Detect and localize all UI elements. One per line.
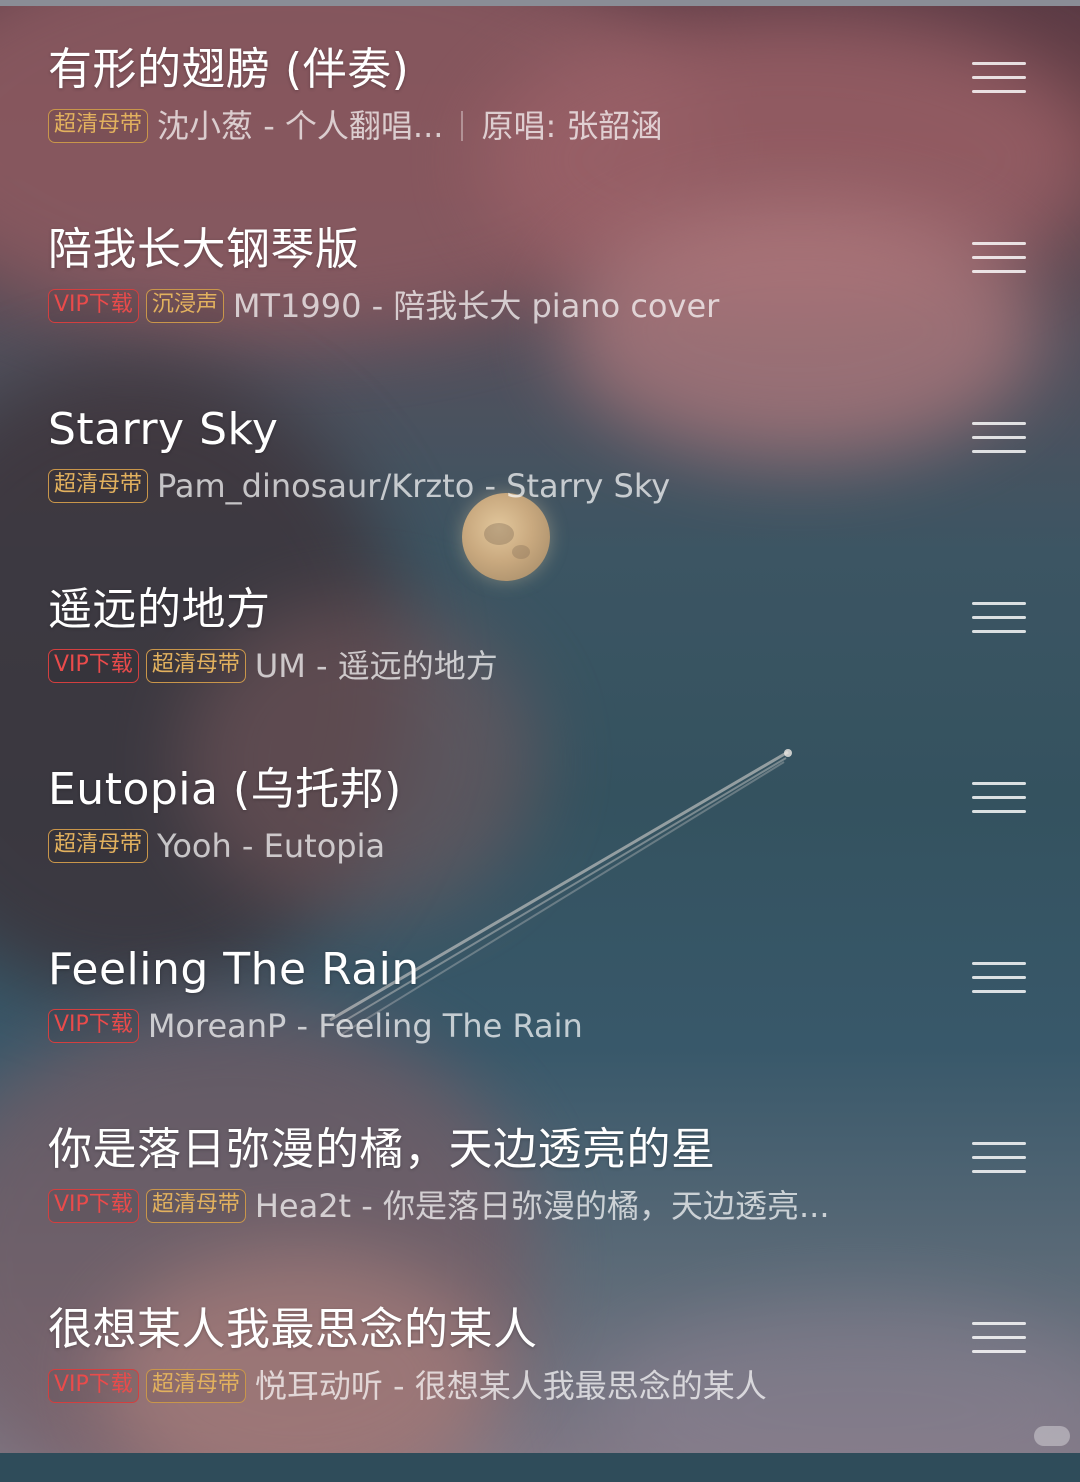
immersive-sound-tag: 沉浸声 bbox=[145, 289, 224, 323]
song-title: 有形的翅膀 (伴奏) bbox=[48, 44, 410, 95]
song-item[interactable]: 陪我长大钢琴版 VIP下载 沉浸声 MT1990 - 陪我长大 piano co… bbox=[0, 222, 1080, 402]
artist-line: Hea2t - 你是落日弥漫的橘，天边透亮... bbox=[254, 1187, 830, 1225]
drag-handle-icon[interactable] bbox=[970, 236, 1028, 276]
artist-line: 沈小葱 - 个人翻唱... bbox=[157, 107, 444, 145]
song-meta: VIP下载 超清母带 Hea2t - 你是落日弥漫的橘，天边透亮... bbox=[48, 1184, 830, 1228]
drag-handle-icon[interactable] bbox=[970, 1316, 1028, 1356]
song-title: 遥远的地方 bbox=[48, 584, 271, 635]
song-item[interactable]: 很想某人我最思念的某人 VIP下载 超清母带 悦耳动听 - 很想某人我最思念的某… bbox=[0, 1302, 1080, 1482]
song-title: Feeling The Rain bbox=[48, 944, 420, 995]
master-quality-tag: 超清母带 bbox=[48, 829, 149, 863]
song-meta: VIP下载 超清母带 悦耳动听 - 很想某人我最思念的某人 bbox=[48, 1364, 767, 1408]
song-meta: VIP下载 MoreanP - Feeling The Rain bbox=[48, 1004, 583, 1048]
original-singer: 原唱: 张韶涵 bbox=[481, 107, 663, 145]
master-quality-tag: 超清母带 bbox=[145, 1369, 246, 1403]
vip-download-tag: VIP下载 bbox=[48, 1009, 139, 1043]
song-title: 陪我长大钢琴版 bbox=[48, 224, 360, 275]
drag-handle-icon[interactable] bbox=[970, 776, 1028, 816]
song-meta: VIP下载 超清母带 UM - 遥远的地方 bbox=[48, 644, 498, 688]
vip-download-tag: VIP下载 bbox=[48, 649, 139, 683]
artist-line: UM - 遥远的地方 bbox=[254, 647, 498, 685]
watermark-badge bbox=[1034, 1426, 1070, 1446]
divider bbox=[461, 111, 464, 141]
master-quality-tag: 超清母带 bbox=[145, 649, 246, 683]
vip-download-tag: VIP下载 bbox=[48, 1189, 139, 1223]
artist-line: 悦耳动听 - 很想某人我最思念的某人 bbox=[254, 1367, 767, 1405]
master-quality-tag: 超清母带 bbox=[48, 109, 149, 143]
song-item[interactable]: Feeling The Rain VIP下载 MoreanP - Feeling… bbox=[0, 942, 1080, 1122]
drag-handle-icon[interactable] bbox=[970, 596, 1028, 636]
song-title: Eutopia (乌托邦) bbox=[48, 764, 402, 815]
vip-download-tag: VIP下载 bbox=[48, 1369, 139, 1403]
song-meta: 超清母带 Pam_dinosaur/Krzto - Starry Sky bbox=[48, 464, 670, 508]
song-item[interactable]: 有形的翅膀 (伴奏) 超清母带 沈小葱 - 个人翻唱... 原唱: 张韶涵 bbox=[0, 42, 1080, 222]
artist-line: Yooh - Eutopia bbox=[157, 827, 386, 865]
drag-handle-icon[interactable] bbox=[970, 56, 1028, 96]
artist-line: MT1990 - 陪我长大 piano cover bbox=[232, 287, 720, 325]
master-quality-tag: 超清母带 bbox=[145, 1189, 246, 1223]
drag-handle-icon[interactable] bbox=[970, 956, 1028, 996]
drag-handle-icon[interactable] bbox=[970, 1136, 1028, 1176]
artist-line: MoreanP - Feeling The Rain bbox=[147, 1007, 583, 1045]
song-title: 很想某人我最思念的某人 bbox=[48, 1304, 538, 1355]
song-meta: 超清母带 沈小葱 - 个人翻唱... 原唱: 张韶涵 bbox=[48, 104, 662, 148]
song-meta: VIP下载 沉浸声 MT1990 - 陪我长大 piano cover bbox=[48, 284, 719, 328]
song-title: 你是落日弥漫的橘，天边透亮的星 bbox=[48, 1124, 716, 1175]
song-meta: 超清母带 Yooh - Eutopia bbox=[48, 824, 385, 868]
song-item[interactable]: Eutopia (乌托邦) 超清母带 Yooh - Eutopia bbox=[0, 762, 1080, 942]
song-item[interactable]: 你是落日弥漫的橘，天边透亮的星 VIP下载 超清母带 Hea2t - 你是落日弥… bbox=[0, 1122, 1080, 1302]
master-quality-tag: 超清母带 bbox=[48, 469, 149, 503]
artist-line: Pam_dinosaur/Krzto - Starry Sky bbox=[157, 467, 671, 505]
song-title: Starry Sky bbox=[48, 404, 279, 455]
top-scroll-edge bbox=[0, 0, 1080, 6]
vip-download-tag: VIP下载 bbox=[48, 289, 139, 323]
song-item[interactable]: Starry Sky 超清母带 Pam_dinosaur/Krzto - Sta… bbox=[0, 402, 1080, 582]
drag-handle-icon[interactable] bbox=[970, 416, 1028, 456]
song-item[interactable]: 遥远的地方 VIP下载 超清母带 UM - 遥远的地方 bbox=[0, 582, 1080, 762]
